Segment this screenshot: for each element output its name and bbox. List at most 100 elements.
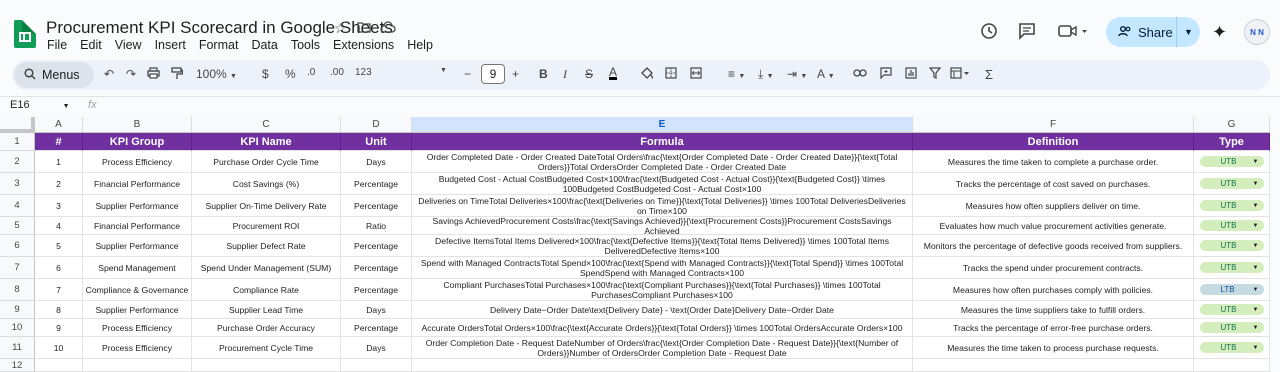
font-size-decrease-button[interactable]: −	[464, 67, 471, 81]
bold-button[interactable]: B	[539, 67, 548, 81]
select-all-corner[interactable]	[0, 117, 35, 133]
table-cell-group[interactable]: Financial Performance	[83, 173, 192, 195]
table-cell-type[interactable]: UTB ▼	[1194, 319, 1270, 337]
row-header[interactable]: 5	[0, 217, 35, 235]
table-cell-type[interactable]: UTB ▼	[1194, 235, 1270, 257]
header-cell[interactable]: Formula	[412, 133, 913, 151]
table-cell-name[interactable]: Cost Savings (%)	[192, 173, 341, 195]
header-cell[interactable]: Unit	[341, 133, 412, 151]
table-cell-num[interactable]: 2	[35, 173, 83, 195]
empty-cell[interactable]	[83, 359, 192, 372]
type-dropdown-chip[interactable]: UTB ▼	[1199, 262, 1264, 273]
row-header[interactable]: 4	[0, 195, 35, 217]
type-dropdown-chip[interactable]: UTB ▼	[1199, 220, 1264, 231]
dropdown-arrow-icon[interactable]: ▼	[1253, 241, 1259, 251]
type-dropdown-chip[interactable]: UTB ▼	[1199, 156, 1264, 167]
table-cell-num[interactable]: 1	[35, 151, 83, 173]
table-cell-definition[interactable]: Tracks the spend under procurement contr…	[913, 257, 1194, 279]
table-cell-group[interactable]: Spend Management	[83, 257, 192, 279]
version-history-icon[interactable]	[980, 22, 998, 45]
percent-format-button[interactable]: %	[285, 67, 296, 81]
row-header[interactable]: 12	[0, 359, 35, 372]
table-cell-unit[interactable]: Days	[341, 337, 412, 359]
more-formats-button[interactable]: 123	[355, 67, 372, 78]
header-cell[interactable]: KPI Name	[192, 133, 341, 151]
dropdown-arrow-icon[interactable]: ▼	[1253, 201, 1259, 211]
empty-cell[interactable]	[341, 359, 412, 372]
row-header[interactable]: 7	[0, 257, 35, 279]
dropdown-arrow-icon[interactable]: ▼	[1253, 263, 1259, 273]
table-cell-name[interactable]: Procurement ROI	[192, 217, 341, 235]
table-cell-name[interactable]: Supplier Lead Time	[192, 301, 341, 319]
empty-cell[interactable]	[1194, 359, 1270, 372]
strikethrough-button[interactable]: S	[585, 67, 593, 81]
gemini-sparkle-icon[interactable]: ✦	[1212, 22, 1227, 43]
dropdown-arrow-icon[interactable]: ▼	[1253, 323, 1259, 333]
table-cell-type[interactable]: UTB ▼	[1194, 195, 1270, 217]
row-header[interactable]: 6	[0, 235, 35, 257]
table-cell-num[interactable]: 6	[35, 257, 83, 279]
table-cell-group[interactable]: Supplier Performance	[83, 235, 192, 257]
table-cell-definition[interactable]: Monitors the percentage of defective goo…	[913, 235, 1194, 257]
table-cell-unit[interactable]: Ratio	[341, 217, 412, 235]
search-menus-button[interactable]: Menus	[14, 62, 94, 88]
column-header-e[interactable]: E	[412, 117, 913, 133]
type-dropdown-chip[interactable]: UTB ▼	[1199, 200, 1264, 211]
table-cell-name[interactable]: Spend Under Management (SUM)	[192, 257, 341, 279]
table-cell-name[interactable]: Compliance Rate	[192, 279, 341, 301]
menu-insert[interactable]: Insert	[155, 38, 186, 52]
zoom-select[interactable]: 100% ▼	[196, 67, 237, 81]
font-size-increase-button[interactable]: +	[512, 67, 519, 81]
font-family-dropdown-icon[interactable]: ▼	[440, 67, 447, 74]
table-cell-type[interactable]: UTB ▼	[1194, 301, 1270, 319]
table-cell-name[interactable]: Purchase Order Accuracy	[192, 319, 341, 337]
fill-color-icon[interactable]	[640, 67, 654, 83]
type-dropdown-chip[interactable]: UTB ▼	[1199, 342, 1264, 353]
column-header-f[interactable]: F	[913, 117, 1194, 133]
table-cell-definition[interactable]: Measures how often suppliers deliver on …	[913, 195, 1194, 217]
table-cell-unit[interactable]: Percentage	[341, 257, 412, 279]
text-rotation-icon[interactable]: A ▼	[817, 67, 835, 81]
borders-icon[interactable]	[665, 67, 677, 82]
table-cell-name[interactable]: Supplier On-Time Delivery Rate	[192, 195, 341, 217]
table-cell-unit[interactable]: Percentage	[341, 319, 412, 337]
table-cell-group[interactable]: Process Efficiency	[83, 337, 192, 359]
type-dropdown-chip[interactable]: LTB ▼	[1199, 284, 1264, 295]
row-header[interactable]: 1	[0, 133, 35, 151]
table-cell-unit[interactable]: Days	[341, 301, 412, 319]
header-cell[interactable]: #	[35, 133, 83, 151]
horizontal-align-icon[interactable]: ≡ ▼	[728, 67, 745, 81]
column-header-c[interactable]: C	[192, 117, 341, 133]
table-cell-num[interactable]: 3	[35, 195, 83, 217]
table-cell-formula[interactable]: Accurate OrdersTotal Orders×100\frac{\te…	[412, 319, 913, 337]
dropdown-arrow-icon[interactable]: ▼	[1253, 157, 1259, 167]
table-cell-group[interactable]: Financial Performance	[83, 217, 192, 235]
header-cell[interactable]: KPI Group	[83, 133, 192, 151]
empty-cell[interactable]	[35, 359, 83, 372]
table-cell-num[interactable]: 4	[35, 217, 83, 235]
menu-data[interactable]: Data	[251, 38, 277, 52]
table-cell-unit[interactable]: Percentage	[341, 195, 412, 217]
table-cell-type[interactable]: UTB ▼	[1194, 151, 1270, 173]
table-cell-formula[interactable]: Order Completed Date - Order Created Dat…	[412, 151, 913, 173]
table-cell-unit[interactable]: Days	[341, 151, 412, 173]
font-size-input[interactable]: 9	[481, 64, 505, 84]
filter-icon[interactable]	[928, 67, 942, 82]
text-wrapping-icon[interactable]: ⇥ ▼	[787, 67, 807, 81]
vertical-align-icon[interactable]: ⤓ ▼	[758, 67, 774, 82]
table-cell-num[interactable]: 5	[35, 235, 83, 257]
meet-video-icon[interactable]	[1058, 22, 1088, 45]
table-cell-group[interactable]: Process Efficiency	[83, 319, 192, 337]
empty-cell[interactable]	[913, 359, 1194, 372]
row-header[interactable]: 2	[0, 151, 35, 173]
table-cell-formula[interactable]: Order Completion Date - Request DateNumb…	[412, 337, 913, 359]
table-cell-name[interactable]: Procurement Cycle Time	[192, 337, 341, 359]
table-cell-formula[interactable]: Delivery Date−Order Date\text{Delivery D…	[412, 301, 913, 319]
table-cell-name[interactable]: Purchase Order Cycle Time	[192, 151, 341, 173]
empty-cell[interactable]	[412, 359, 913, 372]
menu-view[interactable]: View	[115, 38, 142, 52]
row-header[interactable]: 11	[0, 337, 35, 359]
undo-icon[interactable]: ↶	[104, 67, 114, 81]
menu-help[interactable]: Help	[407, 38, 433, 52]
table-cell-name[interactable]: Supplier Defect Rate	[192, 235, 341, 257]
